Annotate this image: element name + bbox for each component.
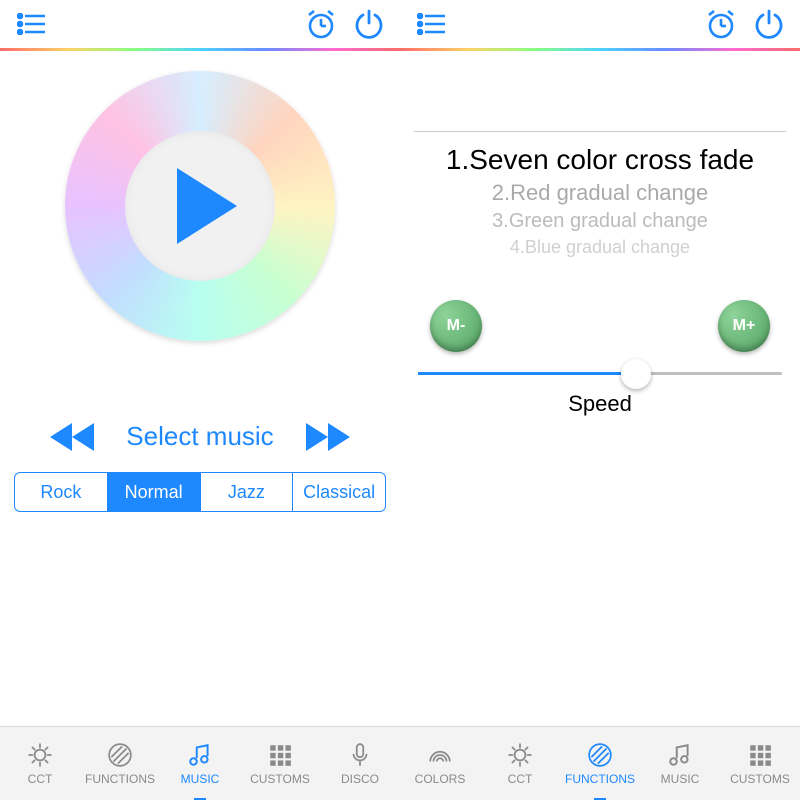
tab-label: FUNCTIONS	[85, 772, 155, 786]
disc-area	[0, 71, 400, 341]
power-icon[interactable]	[752, 7, 786, 41]
tab-label: CCT	[28, 772, 53, 786]
list-icon[interactable]	[414, 7, 448, 41]
tab-label: CUSTOMS	[250, 772, 310, 786]
tabbar-left: CCT FUNCTIONS MUSIC CUSTOMS DISCO	[0, 726, 400, 800]
seg-rock[interactable]: Rock	[15, 473, 108, 511]
mode-picker[interactable]: 1.Seven color cross fade 2.Red gradual c…	[414, 131, 786, 260]
tab-functions[interactable]: FUNCTIONS	[80, 727, 160, 800]
seg-classical[interactable]: Classical	[293, 473, 385, 511]
next-track-button[interactable]	[304, 423, 352, 451]
tab-customs[interactable]: CUSTOMS	[720, 727, 800, 800]
tab-label: COLORS	[415, 772, 466, 786]
tab-label: FUNCTIONS	[565, 772, 635, 786]
tab-label: DISCO	[341, 772, 379, 786]
mode-item[interactable]: 1.Seven color cross fade	[414, 142, 786, 178]
seg-jazz[interactable]: Jazz	[201, 473, 294, 511]
prev-track-button[interactable]	[48, 423, 96, 451]
alarm-icon[interactable]	[304, 7, 338, 41]
tab-disco[interactable]: DISCO	[320, 727, 400, 800]
tabbar-right: COLORS CCT FUNCTIONS MUSIC CUSTOMS	[400, 726, 800, 800]
mode-prev-button[interactable]: M-	[430, 300, 482, 352]
select-music-button[interactable]: Select music	[126, 421, 273, 452]
rainbow-divider	[0, 48, 400, 51]
functions-pane: 1.Seven color cross fade 2.Red gradual c…	[400, 0, 800, 800]
mode-item[interactable]: 2.Red gradual change	[414, 178, 786, 208]
music-pane: Select music Rock Normal Jazz Classical …	[0, 0, 400, 800]
tab-music[interactable]: MUSIC	[640, 727, 720, 800]
rainbow-divider	[400, 48, 800, 51]
alarm-icon[interactable]	[704, 7, 738, 41]
tab-cct[interactable]: CCT	[480, 727, 560, 800]
power-icon[interactable]	[352, 7, 386, 41]
mode-item[interactable]: 4.Blue gradual change	[414, 235, 786, 260]
tab-colors[interactable]: COLORS	[400, 727, 480, 800]
slider-fill	[418, 372, 636, 375]
mode-item[interactable]: 3.Green gradual change	[414, 208, 786, 235]
tab-functions[interactable]: FUNCTIONS	[560, 727, 640, 800]
tab-label: MUSIC	[661, 772, 700, 786]
tab-customs[interactable]: CUSTOMS	[240, 727, 320, 800]
seg-normal[interactable]: Normal	[108, 473, 201, 511]
speed-label: Speed	[400, 391, 800, 417]
disc-center	[125, 131, 275, 281]
tab-music[interactable]: MUSIC	[160, 727, 240, 800]
slider-thumb[interactable]	[621, 359, 651, 389]
topbar-left	[0, 0, 400, 48]
list-icon[interactable]	[14, 7, 48, 41]
topbar-right	[400, 0, 800, 48]
tab-label: MUSIC	[181, 772, 220, 786]
play-icon	[177, 168, 237, 244]
eq-segment: Rock Normal Jazz Classical	[14, 472, 386, 512]
tab-cct[interactable]: CCT	[0, 727, 80, 800]
play-disc-button[interactable]	[65, 71, 335, 341]
mode-next-button[interactable]: M+	[718, 300, 770, 352]
tab-label: CUSTOMS	[730, 772, 790, 786]
speed-slider[interactable]	[400, 372, 800, 375]
tab-label: CCT	[508, 772, 533, 786]
